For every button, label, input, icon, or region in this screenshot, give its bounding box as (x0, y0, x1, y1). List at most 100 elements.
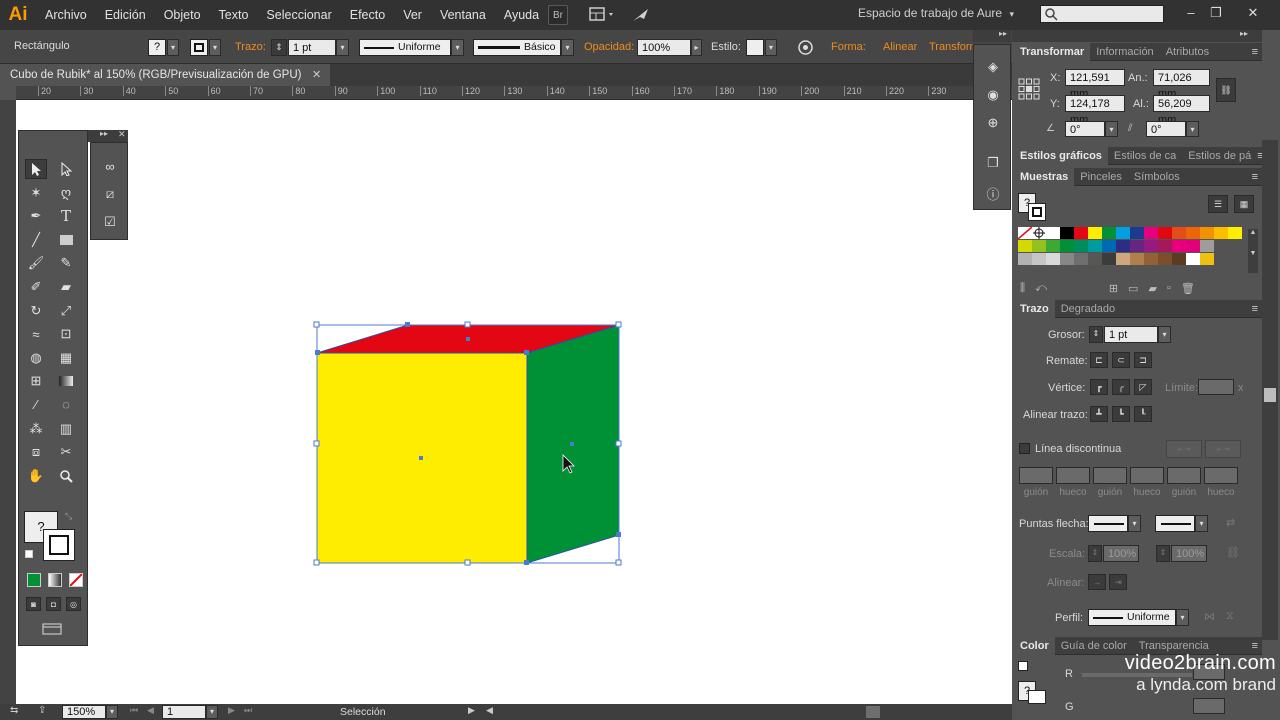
preserve-dash-button[interactable]: ⌐ ¬ (1166, 440, 1202, 458)
hand-tool[interactable]: ✋ (25, 466, 47, 486)
color-swatch[interactable] (1032, 253, 1046, 265)
next-artboard-icon[interactable]: ▶ (228, 705, 235, 716)
panel-menu-icon[interactable]: ≡ (1252, 640, 1258, 652)
color-swatch[interactable] (1200, 240, 1214, 252)
new-color-group-icon[interactable]: ▰ (1148, 282, 1156, 296)
tab-estilos-caracter[interactable]: Estilos de ca (1108, 147, 1182, 165)
color-swatch[interactable] (1088, 227, 1102, 239)
color-mode-button[interactable] (27, 573, 41, 587)
color-swatch[interactable] (1074, 253, 1088, 265)
artboard-navigator-icon[interactable]: ⇆ (10, 705, 18, 716)
tab-informacion[interactable]: Información (1090, 43, 1159, 61)
status-text[interactable]: Selección (340, 706, 386, 718)
swatch-registration[interactable] (1032, 227, 1046, 239)
restore-button[interactable]: ❐ (1205, 4, 1227, 22)
screen-mode-button[interactable] (40, 622, 64, 638)
width-tool[interactable]: ≈ (25, 324, 47, 344)
arrow-tip-at-end-button[interactable]: ⇥ (1109, 574, 1127, 590)
close-window-button[interactable]: ✕ (1242, 4, 1264, 22)
none-mode-button[interactable] (69, 573, 83, 587)
color-swatch[interactable] (1060, 240, 1074, 252)
last-artboard-icon[interactable]: ⏭ (244, 705, 252, 716)
color-swatch[interactable] (1144, 253, 1158, 265)
projecting-cap-button[interactable]: ⊐ (1134, 352, 1152, 368)
swatch-none[interactable] (1017, 226, 1033, 240)
miter-join-button[interactable]: ┏ (1090, 379, 1108, 395)
link-scale-icon[interactable]: ⛓ (1226, 546, 1240, 559)
delete-swatch-icon[interactable]: 🗑 (1181, 282, 1195, 296)
gap-field-3[interactable] (1204, 467, 1238, 484)
color-swatch[interactable] (1116, 227, 1130, 239)
color-swatch[interactable] (1102, 253, 1116, 265)
round-join-button[interactable]: ╭ (1112, 379, 1130, 395)
end-arrowhead-dropdown[interactable]: ▾ (1195, 515, 1208, 532)
align-outside-button[interactable]: ┖ (1134, 406, 1152, 422)
shear-angle-field[interactable]: 0° (1146, 121, 1186, 137)
perspective-grid-tool[interactable]: ▦ (55, 348, 77, 368)
minimize-button[interactable]: – (1180, 4, 1202, 22)
scale-stepper-1[interactable]: ⇕ (1088, 545, 1102, 562)
color-swatch[interactable] (1172, 227, 1186, 239)
eraser-tool[interactable]: ▰ (55, 277, 77, 297)
gradient-mode-button[interactable] (48, 573, 62, 587)
tab-color[interactable]: Color (1014, 636, 1055, 655)
blob-brush-tool[interactable]: ✐ (25, 277, 47, 297)
scale-field-1[interactable]: 100% (1103, 545, 1139, 562)
color-swatch[interactable] (1200, 227, 1214, 239)
swap-arrowheads-icon[interactable]: ⇄ (1226, 516, 1235, 529)
color-swatch[interactable] (1046, 240, 1060, 252)
flip-across-icon[interactable]: ⧖ (1226, 610, 1234, 623)
color-swatch[interactable] (1200, 253, 1214, 265)
profile-dropdown[interactable]: ▾ (1176, 609, 1189, 626)
dash-field-2[interactable] (1093, 467, 1127, 484)
slice-tool[interactable]: ✂ (55, 442, 77, 462)
color-swatch[interactable] (1172, 240, 1186, 252)
color-swatch[interactable] (1214, 227, 1228, 239)
start-arrowhead-select[interactable] (1088, 515, 1128, 532)
color-swatch[interactable] (1018, 253, 1032, 265)
color-swatch[interactable] (1186, 240, 1200, 252)
bevel-join-button[interactable]: ◸ (1134, 379, 1152, 395)
image-trace-button[interactable]: ⧄ (99, 184, 121, 204)
reference-point-locator[interactable] (1018, 78, 1040, 100)
line-tool[interactable]: ╱ (25, 230, 47, 250)
color-swatch[interactable] (1130, 240, 1144, 252)
color-swatch[interactable] (1130, 227, 1144, 239)
color-default-proxy[interactable] (1018, 661, 1028, 671)
help-search-input[interactable] (1040, 5, 1164, 23)
panel-menu-icon[interactable]: ≡ (1252, 171, 1258, 183)
align-inside-button[interactable]: ┗ (1112, 406, 1130, 422)
color-swatch[interactable] (1186, 227, 1200, 239)
color-swatch[interactable] (1172, 253, 1186, 265)
scale-stepper-2[interactable]: ⇕ (1156, 545, 1170, 562)
shear-angle-dropdown[interactable]: ▾ (1186, 121, 1199, 137)
list-view-button[interactable]: ☰ (1208, 195, 1228, 213)
zoom-field[interactable]: 150% (62, 705, 106, 719)
free-transform-tool[interactable]: ⊡ (55, 324, 77, 344)
weight-field[interactable]: 1 pt (1104, 326, 1158, 343)
pencil-tool[interactable]: ✎ (55, 253, 77, 273)
tab-trazo[interactable]: Trazo (1014, 299, 1055, 318)
document-setup-button[interactable]: ☑ (99, 212, 121, 232)
color-swatch[interactable] (1144, 227, 1158, 239)
magic-wand-tool[interactable]: ✶ (25, 183, 47, 203)
color-swatch[interactable] (1088, 240, 1102, 252)
scale-field-2[interactable]: 100% (1171, 545, 1207, 562)
shape-builder-tool[interactable]: ◍ (25, 348, 47, 368)
color-swatch[interactable] (1116, 253, 1130, 265)
zoom-tool[interactable] (55, 466, 77, 486)
color-swatch[interactable] (1228, 227, 1242, 239)
constrain-proportions-button[interactable]: ⛓ (1216, 78, 1236, 102)
mesh-tool[interactable]: ⊞ (25, 371, 47, 391)
color-swatch[interactable] (1074, 227, 1088, 239)
share-icon[interactable]: ⇪ (38, 705, 46, 716)
dashed-line-checkbox[interactable] (1019, 443, 1030, 454)
color-swatch[interactable] (1088, 253, 1102, 265)
artboards-button[interactable]: ❐ (982, 153, 1004, 173)
navigator-button[interactable]: ⊕ (982, 113, 1004, 133)
rotate-angle-field[interactable]: 0° (1065, 121, 1105, 137)
color-swatch[interactable] (1032, 240, 1046, 252)
artboard-tool[interactable]: ⧈ (25, 442, 47, 462)
tab-pinceles[interactable]: Pinceles (1074, 168, 1128, 186)
tab-estilos-parrafo[interactable]: Estilos de pá (1182, 147, 1257, 165)
